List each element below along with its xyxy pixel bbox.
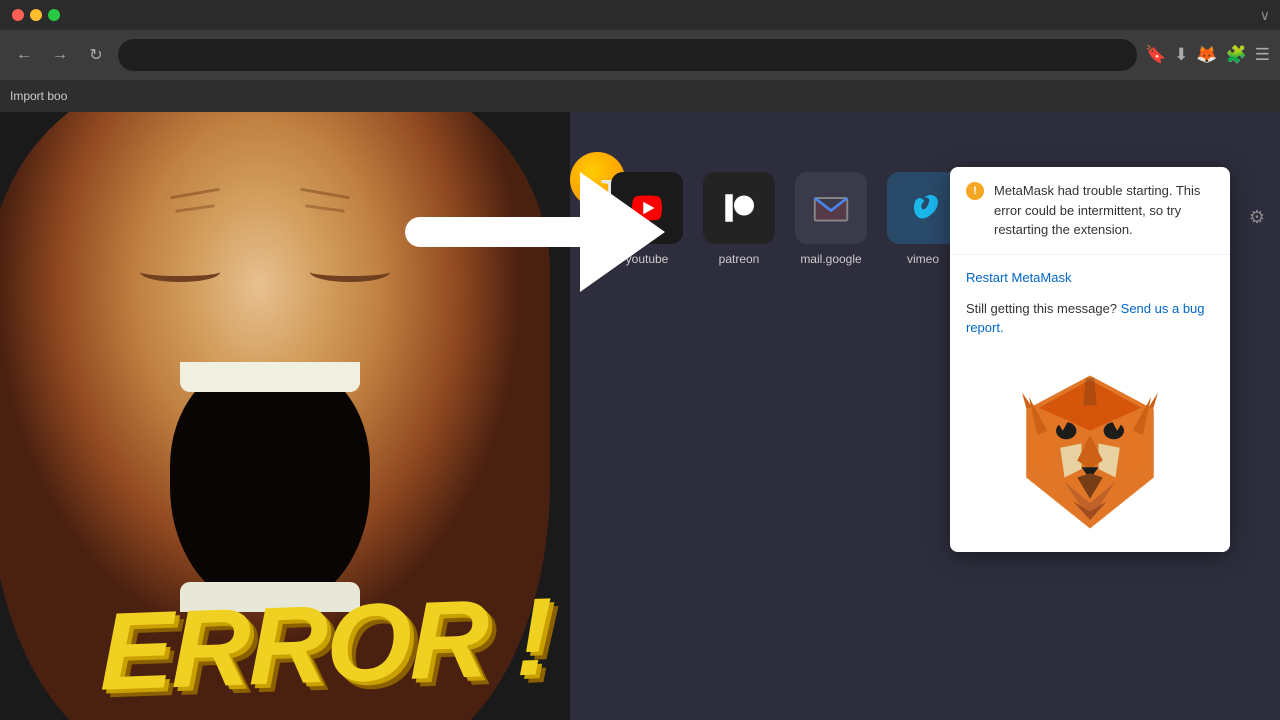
shortcut-vimeo[interactable]: vimeo (887, 172, 959, 266)
restart-metamask-link[interactable]: Restart MetaMask (966, 270, 1071, 285)
shortcut-patreon[interactable]: patreon (703, 172, 775, 266)
traffic-lights (12, 9, 60, 21)
settings-button[interactable]: ⚙ (1249, 207, 1265, 228)
still-getting-message: Still getting this message? Send us a bu… (966, 299, 1214, 338)
shortcut-gmail[interactable]: mail.google (795, 172, 867, 266)
extensions-icon[interactable]: 🧩 (1226, 45, 1247, 65)
vimeo-icon (887, 172, 959, 244)
patreon-icon (703, 172, 775, 244)
fox-svg (1005, 367, 1175, 537)
close-button[interactable] (12, 9, 24, 21)
warning-icon: ! (966, 182, 984, 200)
toolbar-actions: 🔖 ⬇ 🦊 🧩 ☰ (1145, 45, 1270, 65)
arrow-container (400, 142, 700, 322)
menu-icon[interactable]: ☰ (1255, 45, 1270, 65)
maximize-button[interactable] (48, 9, 60, 21)
gmail-label: mail.google (800, 252, 861, 266)
metamask-popup: ! MetaMask had trouble starting. This er… (950, 167, 1230, 552)
bookmarks-bar: Import boo (0, 80, 1280, 112)
minimize-button[interactable] (30, 9, 42, 21)
arrow-svg (400, 142, 700, 322)
browser-title-bar: ∨ (0, 0, 1280, 30)
still-getting-text: Still getting this message? (966, 301, 1117, 316)
metamask-icon[interactable]: 🦊 (1196, 45, 1217, 65)
patreon-label: patreon (719, 252, 760, 266)
popup-message-text: MetaMask had trouble starting. This erro… (994, 181, 1214, 240)
content-area: F youtube (0, 112, 1280, 720)
window-control-icon: ∨ (1260, 7, 1270, 24)
refresh-button[interactable]: ↻ (82, 41, 110, 69)
gmail-icon (795, 172, 867, 244)
popup-header: ! MetaMask had trouble starting. This er… (950, 167, 1230, 255)
metamask-fox-logo (950, 352, 1230, 552)
bookmark-icon[interactable]: 🔖 (1145, 45, 1166, 65)
import-bookmarks-text: Import boo (10, 89, 67, 103)
mouth (170, 362, 370, 612)
download-icon[interactable]: ⬇ (1174, 45, 1188, 65)
vimeo-label: vimeo (907, 252, 939, 266)
address-bar[interactable] (118, 39, 1137, 71)
popup-body: Restart MetaMask Still getting this mess… (950, 255, 1230, 352)
eye-left (140, 262, 220, 282)
forward-button[interactable]: → (46, 41, 74, 69)
back-button[interactable]: ← (10, 41, 38, 69)
browser-toolbar: ← → ↻ 🔖 ⬇ 🦊 🧩 ☰ (0, 30, 1280, 80)
eye-right (310, 262, 390, 282)
